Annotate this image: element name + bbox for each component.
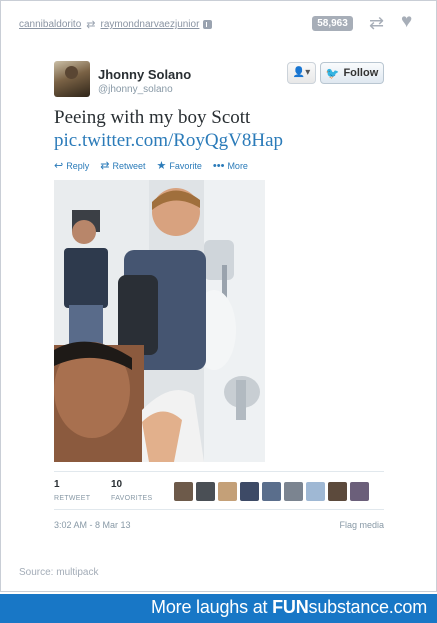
banner-brand-rest: substance.com — [308, 597, 428, 617]
flag-media-link[interactable]: Flag media — [339, 520, 384, 530]
more-icon: ••• — [212, 159, 225, 172]
divider — [54, 509, 384, 510]
tweet-actions: ↩ Reply ⇄ Retweet ★ Favorite ••• More — [54, 159, 248, 173]
reblog-via-link[interactable]: raymondnarvaezjunior — [100, 19, 199, 30]
retweet-action[interactable]: ⇄ Retweet — [100, 159, 145, 172]
reply-icon: ↩ — [54, 160, 64, 172]
reblog-source-link[interactable]: cannibaldorito — [19, 19, 81, 30]
avatar[interactable] — [328, 482, 347, 501]
note-count-badge[interactable]: 58,963 — [312, 16, 353, 31]
retweet-stat[interactable]: 1 RETWEET — [54, 479, 90, 502]
person-icon: 👤▾ — [292, 67, 311, 78]
divider — [54, 471, 384, 472]
more-action[interactable]: ••• More — [213, 159, 248, 172]
retweet-count-label: RETWEET — [54, 495, 91, 502]
tweet-timestamp[interactable]: 3:02 AM - 8 Mar 13 — [54, 520, 131, 530]
avatar[interactable] — [284, 482, 303, 501]
avatar[interactable] — [174, 482, 193, 501]
tweet-text: Peeing with my boy Scott — [54, 107, 251, 128]
favorites-count-label: FAVORITES — [111, 495, 153, 502]
post-source[interactable]: Source: multipack — [19, 567, 98, 578]
photo-image — [54, 180, 265, 462]
favoriter-avatars — [174, 482, 369, 501]
follow-square-icon[interactable] — [203, 20, 213, 29]
reblog-trail: cannibaldorito ⇄ raymondnarvaezjunior — [19, 18, 213, 31]
display-name[interactable]: Jhonny Solano — [98, 67, 191, 82]
avatar[interactable] — [262, 482, 281, 501]
avatar[interactable] — [240, 482, 259, 501]
avatar[interactable] — [218, 482, 237, 501]
favorite-label: Favorite — [169, 160, 202, 171]
retweet-icon: ⇄ — [100, 160, 110, 172]
footer-banner: More laughs at FUNsubstance.com — [0, 594, 437, 623]
retweet-count: 1 — [54, 479, 60, 490]
avatar[interactable] — [54, 61, 90, 97]
avatar[interactable] — [196, 482, 215, 501]
star-icon: ★ — [156, 160, 167, 172]
favorites-count: 10 — [111, 479, 123, 490]
reblog-icon: ⇄ — [86, 19, 96, 31]
tweet-photo[interactable] — [54, 180, 265, 462]
tweet-media-link[interactable]: pic.twitter.com/RoyQgV8Hap — [54, 130, 283, 152]
banner-prefix: More laughs at — [151, 597, 273, 617]
user-menu-button[interactable]: 👤▾ — [287, 62, 316, 84]
post-frame: cannibaldorito ⇄ raymondnarvaezjunior 58… — [0, 0, 437, 592]
favorite-action[interactable]: ★ Favorite — [156, 159, 201, 172]
retweet-label: Retweet — [112, 160, 146, 171]
favorites-stat[interactable]: 10 FAVORITES — [111, 479, 152, 502]
twitter-bird-icon: 🐦 — [325, 67, 340, 80]
banner-brand-bold: FUN — [272, 597, 309, 617]
reblog-icon[interactable]: ⇄ — [369, 14, 384, 32]
heart-icon[interactable]: ♥ — [401, 12, 412, 32]
reply-action[interactable]: ↩ Reply — [54, 159, 89, 172]
avatar[interactable] — [306, 482, 325, 501]
follow-label: Follow — [343, 67, 379, 79]
reply-label: Reply — [66, 160, 90, 171]
avatar[interactable] — [350, 482, 369, 501]
more-label: More — [227, 160, 248, 171]
post-header: cannibaldorito ⇄ raymondnarvaezjunior 58… — [1, 1, 437, 43]
follow-button[interactable]: 🐦 Follow — [320, 62, 384, 84]
user-handle[interactable]: @jhonny_solano — [98, 84, 173, 95]
banner-text[interactable]: More laughs at FUNsubstance.com — [151, 597, 427, 618]
